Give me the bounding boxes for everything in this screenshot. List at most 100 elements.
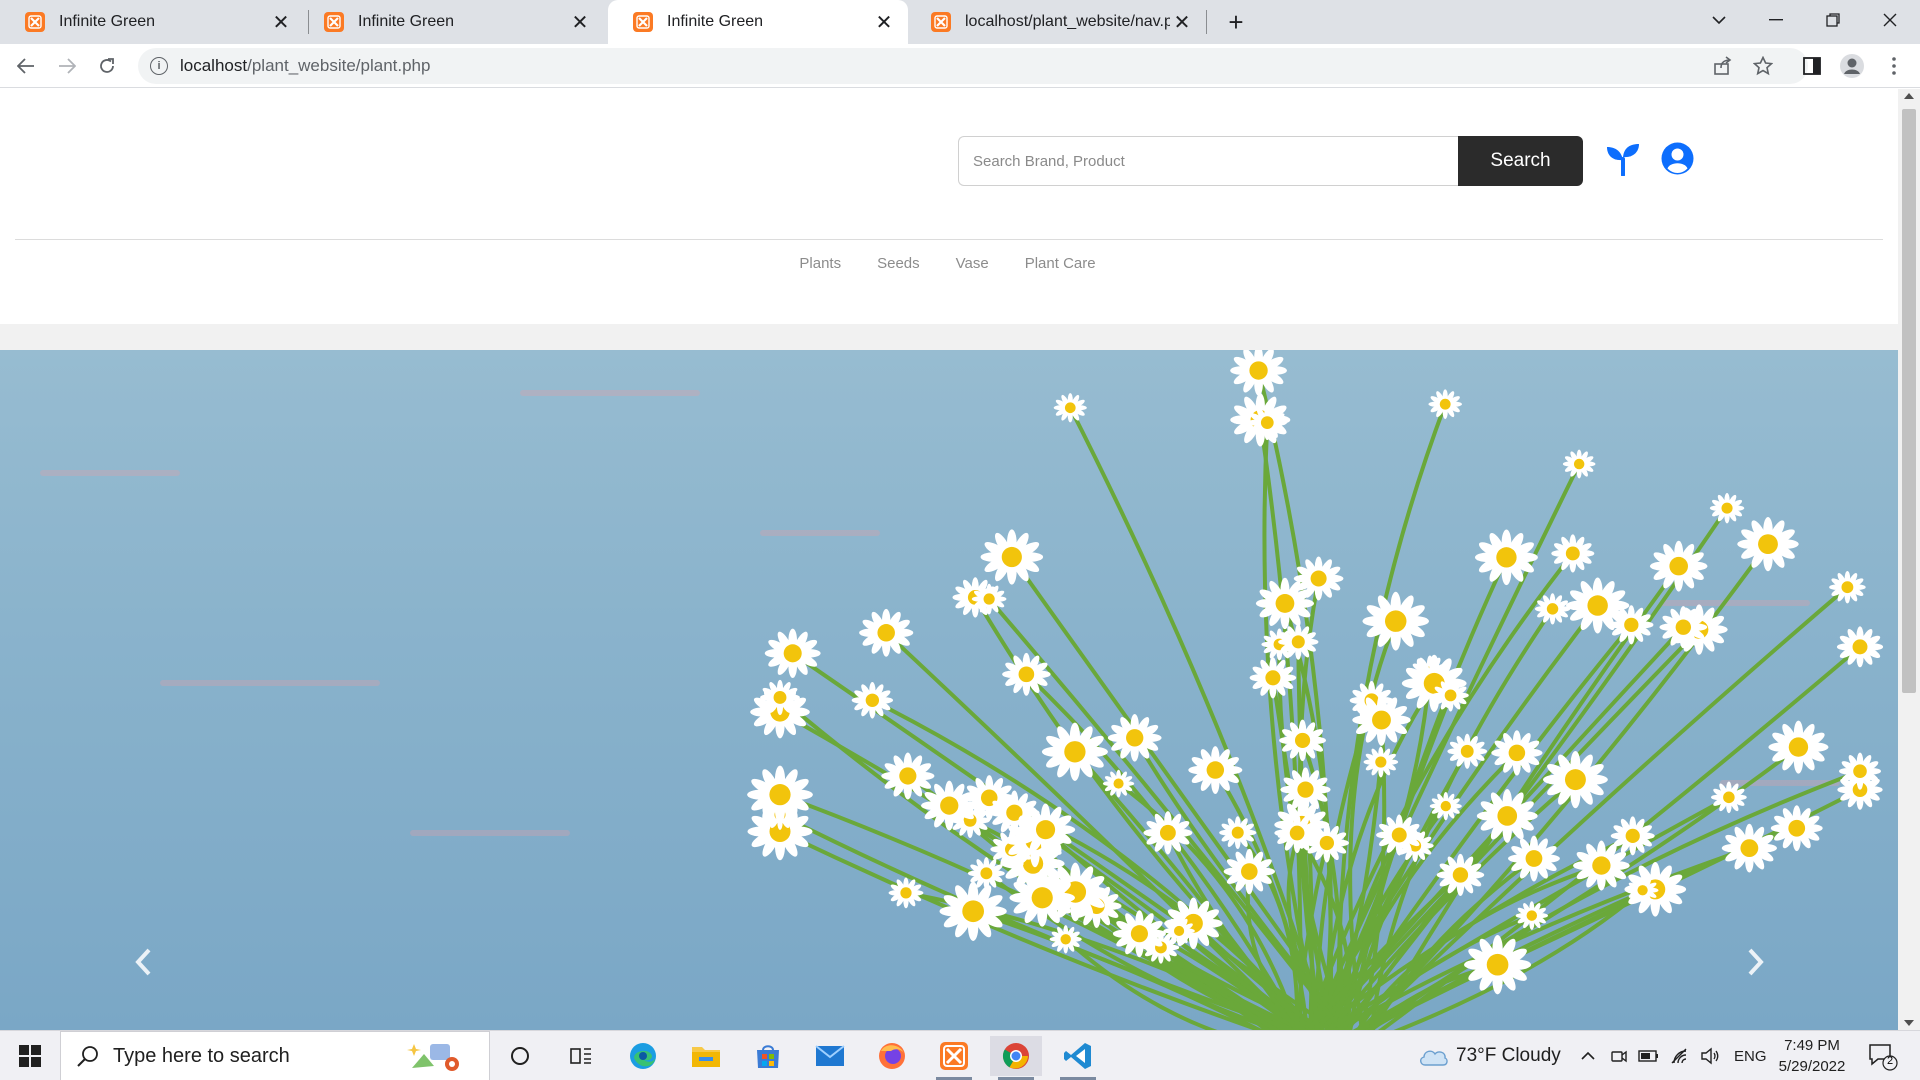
close-icon[interactable]: ✕ [568, 10, 592, 34]
start-button[interactable] [0, 1031, 60, 1080]
close-icon[interactable]: ✕ [269, 10, 293, 34]
chamomile-flower [980, 529, 1044, 585]
tab-infinite-green-active[interactable]: Infinite Green ✕ [608, 0, 908, 44]
new-tab-button[interactable]: + [1222, 7, 1250, 37]
chevron-right-icon [1748, 948, 1764, 976]
chamomile-flower [1219, 816, 1257, 850]
scroll-up-arrow[interactable] [1904, 93, 1914, 99]
user-account-icon[interactable] [1661, 142, 1694, 175]
chamomile-flower [1188, 746, 1243, 794]
xampp-icon[interactable] [928, 1036, 980, 1080]
tab-search-chevron-icon[interactable] [1691, 0, 1747, 40]
nav-link-vase[interactable]: Vase [956, 255, 989, 272]
chamomile-flower [1768, 720, 1829, 774]
cloudy-weather-icon [1420, 1050, 1448, 1066]
chrome-icon[interactable] [990, 1036, 1042, 1080]
weather-text: 73°F Cloudy [1456, 1045, 1561, 1066]
section-gap [0, 324, 1898, 350]
chamomile-flower [1053, 393, 1087, 423]
chamomile-flower [1562, 449, 1596, 479]
task-view-icon[interactable] [555, 1036, 607, 1076]
page-viewport: Search Plants Seeds Vase Plant Care [0, 89, 1898, 1030]
chamomile-flower [1041, 722, 1108, 781]
close-icon[interactable]: ✕ [872, 10, 896, 34]
search-input[interactable] [958, 136, 1458, 186]
tab-infinite-green-2[interactable]: Infinite Green ✕ [299, 0, 604, 44]
clock-date: 5/29/2022 [1778, 1058, 1846, 1075]
notification-center-button[interactable]: 2 [1866, 1039, 1898, 1071]
hero-carousel [0, 350, 1898, 1030]
reload-button[interactable] [91, 50, 123, 82]
chamomile-flower [1428, 389, 1462, 419]
chamomile-bouquet-image [747, 350, 1884, 1030]
search-highlight-icon [407, 1044, 459, 1071]
xampp-favicon-icon [633, 12, 653, 32]
chamomile-flower [1573, 840, 1630, 891]
site-info-icon[interactable]: i [150, 57, 168, 75]
clock-time: 7:49 PM [1784, 1037, 1840, 1054]
share-icon[interactable] [1709, 52, 1737, 80]
tab-infinite-green-1[interactable]: Infinite Green ✕ [0, 0, 305, 44]
taskbar-search-box[interactable]: Type here to search [60, 1031, 490, 1080]
chamomile-flower [1363, 746, 1399, 778]
chamomile-flower [1230, 350, 1287, 396]
address-bar[interactable]: i localhost/plant_website/plant.php [138, 48, 1808, 84]
chamomile-flower [939, 881, 1007, 941]
sprout-icon[interactable] [1606, 142, 1640, 176]
vscode-icon[interactable] [1052, 1036, 1104, 1080]
chevron-up-icon[interactable] [1580, 1051, 1596, 1061]
profile-avatar[interactable] [1838, 52, 1866, 80]
weather-widget[interactable]: 73°F Cloudy [1418, 1031, 1561, 1080]
url-text[interactable]: localhost/plant_website/plant.php [180, 56, 430, 76]
tab-separator [1206, 10, 1207, 34]
search-icon [77, 1046, 98, 1067]
scrollbar-thumb[interactable] [1902, 109, 1916, 693]
firefox-icon[interactable] [866, 1036, 918, 1076]
file-explorer-icon[interactable] [680, 1036, 732, 1076]
minimize-button[interactable] [1748, 0, 1804, 40]
chevron-left-icon [135, 948, 151, 976]
windows-taskbar: Type here to search 73°F Cloudy ENG 7:49… [0, 1030, 1920, 1080]
notification-count: 2 [1886, 1055, 1894, 1067]
tab-nav-php[interactable]: localhost/plant_website/nav.php ✕ [906, 0, 1206, 44]
side-panel-icon[interactable] [1798, 52, 1826, 80]
carousel-prev-button[interactable] [123, 937, 163, 987]
close-icon[interactable]: ✕ [1170, 10, 1194, 34]
chamomile-flower [1551, 534, 1595, 573]
wifi-icon[interactable] [1670, 1047, 1690, 1065]
nav-link-seeds[interactable]: Seeds [877, 255, 920, 272]
chamomile-flower [851, 681, 894, 719]
nav-link-plants[interactable]: Plants [799, 255, 841, 272]
xampp-favicon-icon [931, 12, 951, 32]
restore-button[interactable] [1805, 0, 1861, 40]
close-window-button[interactable] [1862, 0, 1918, 40]
chamomile-flower [1362, 591, 1429, 651]
site-header: Search Plants Seeds Vase Plant Care [0, 89, 1898, 324]
volume-icon[interactable] [1700, 1047, 1720, 1065]
scroll-down-arrow[interactable] [1904, 1020, 1914, 1026]
tab-title: localhost/plant_website/nav.php [965, 13, 1170, 30]
battery-icon[interactable] [1638, 1049, 1660, 1063]
page-scrollbar[interactable] [1898, 89, 1920, 1030]
carousel-next-button[interactable] [1736, 937, 1776, 987]
browser-tab-strip: Infinite Green ✕ Infinite Green ✕ Infini… [0, 0, 1920, 44]
nav-link-plant-care[interactable]: Plant Care [1025, 255, 1096, 272]
edge-icon[interactable] [617, 1036, 669, 1076]
chamomile-flower [1737, 516, 1799, 572]
taskbar-clock[interactable]: 7:49 PM 5/29/2022 [1762, 1035, 1862, 1077]
meet-now-icon[interactable] [1610, 1047, 1628, 1065]
back-button[interactable] [10, 50, 42, 82]
tab-title: Infinite Green [59, 13, 156, 30]
bookmark-star-icon[interactable] [1749, 52, 1777, 80]
browser-menu-icon[interactable] [1880, 52, 1908, 80]
system-tray: ENG [1580, 1031, 1767, 1080]
cortana-icon[interactable] [494, 1036, 546, 1076]
main-nav: Plants Seeds Vase Plant Care [0, 255, 1898, 272]
browser-toolbar: i localhost/plant_website/plant.php [0, 44, 1920, 88]
mail-icon[interactable] [804, 1036, 856, 1076]
site-search: Search [958, 136, 1583, 186]
forward-button[interactable] [51, 50, 83, 82]
search-button[interactable]: Search [1458, 136, 1583, 186]
microsoft-store-icon[interactable] [742, 1036, 794, 1076]
windows-logo-icon [19, 1045, 41, 1067]
